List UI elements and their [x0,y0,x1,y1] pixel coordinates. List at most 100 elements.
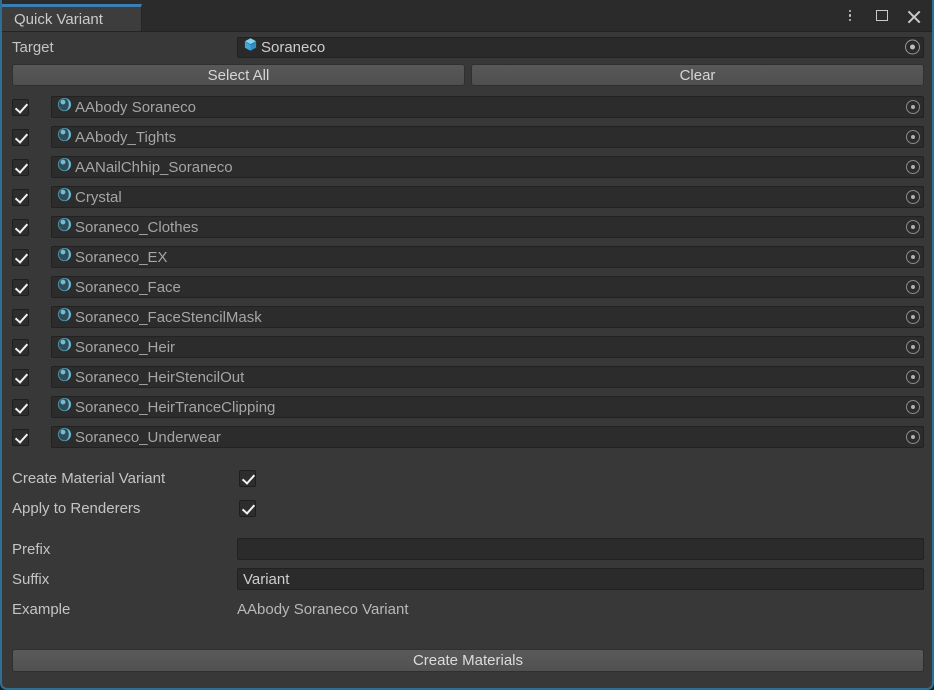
target-row: Target Soraneco [2,32,932,62]
material-sphere-icon [57,247,72,267]
suffix-input[interactable] [237,568,924,590]
material-object-field[interactable]: Soraneco_Face [51,276,924,298]
example-label: Example [12,601,237,618]
object-picker-icon[interactable] [906,100,920,114]
material-sphere-icon [57,367,72,387]
option-label: Create Material Variant [12,470,237,487]
object-picker-icon[interactable] [906,340,920,354]
material-sphere-icon [57,427,72,447]
material-checkbox[interactable] [12,429,29,446]
material-row: Soraneco_EX [10,242,924,272]
material-sphere-icon [57,337,72,357]
object-picker-icon[interactable] [906,430,920,444]
material-object-field[interactable]: Soraneco_Clothes [51,216,924,238]
target-object-field[interactable]: Soraneco [237,37,924,58]
material-name: Crystal [75,189,122,206]
material-row: Soraneco_HeirTranceClipping [10,392,924,422]
option-row: Apply to Renderers [12,493,924,523]
material-name: AAbody Soraneco [75,99,196,116]
target-object-name: Soraneco [261,39,325,56]
material-row: Soraneco_Clothes [10,212,924,242]
tab-bar-filler [142,0,840,31]
material-sphere-icon [57,397,72,417]
material-object-field[interactable]: Soraneco_FaceStencilMask [51,306,924,328]
material-object-field[interactable]: AAbody Soraneco [51,96,924,118]
object-picker-icon[interactable] [906,280,920,294]
material-name: Soraneco_Underwear [75,429,221,446]
material-sphere-icon [57,127,72,147]
material-list: AAbody Soraneco AAbody_Tights AANailChhi… [2,89,932,452]
prefix-label: Prefix [12,541,237,558]
material-row: Soraneco_Underwear [10,422,924,452]
options-group: Create Material Variant Apply to Renderer… [2,452,932,523]
material-row: AAbody Soraneco [10,92,924,122]
object-picker-icon[interactable] [906,310,920,324]
material-row: Soraneco_FaceStencilMask [10,302,924,332]
create-materials-button[interactable]: Create Materials [12,649,924,672]
naming-group: Prefix Suffix Example AAbody Soraneco Va… [2,523,932,624]
material-checkbox[interactable] [12,309,29,326]
material-name: Soraneco_HeirStencilOut [75,369,244,386]
object-picker-icon[interactable] [906,220,920,234]
list-actions-row: Select All Clear [2,62,932,89]
tab-label: Quick Variant [14,11,103,28]
close-button[interactable] [904,5,924,27]
material-sphere-icon [57,277,72,297]
suffix-label: Suffix [12,571,237,588]
material-row: AANailChhip_Soraneco [10,152,924,182]
kebab-menu-button[interactable] [840,5,860,27]
material-name: Soraneco_Clothes [75,219,198,236]
prefix-input[interactable] [237,538,924,560]
example-row: Example AAbody Soraneco Variant [12,594,924,624]
material-checkbox[interactable] [12,219,29,236]
material-object-field[interactable]: Soraneco_HeirTranceClipping [51,396,924,418]
material-checkbox[interactable] [12,189,29,206]
select-all-button[interactable]: Select All [12,64,465,86]
material-name: Soraneco_FaceStencilMask [75,309,262,326]
material-name: Soraneco_Face [75,279,181,296]
material-sphere-icon [57,217,72,237]
close-icon [907,9,921,23]
maximize-button[interactable] [872,5,892,27]
material-sphere-icon [57,187,72,207]
tab-quick-variant[interactable]: Quick Variant [2,4,142,31]
object-picker-icon[interactable] [906,160,920,174]
option-label: Apply to Renderers [12,500,237,517]
material-object-field[interactable]: AAbody_Tights [51,126,924,148]
window-tab-bar: Quick Variant [2,0,932,32]
object-picker-icon[interactable] [906,130,920,144]
object-picker-icon[interactable] [906,250,920,264]
material-name: Soraneco_Heir [75,339,175,356]
material-object-field[interactable]: Soraneco_HeirStencilOut [51,366,924,388]
material-checkbox[interactable] [12,369,29,386]
material-row: AAbody_Tights [10,122,924,152]
material-object-field[interactable]: Soraneco_EX [51,246,924,268]
object-picker-icon[interactable] [906,400,920,414]
material-object-field[interactable]: Soraneco_Heir [51,336,924,358]
material-sphere-icon [57,307,72,327]
material-checkbox[interactable] [12,399,29,416]
example-value: AAbody Soraneco Variant [237,601,409,618]
material-checkbox[interactable] [12,159,29,176]
object-picker-icon[interactable] [906,190,920,204]
option-row: Create Material Variant [12,463,924,493]
kebab-menu-icon [849,10,852,22]
material-row: Soraneco_HeirStencilOut [10,362,924,392]
material-name: AANailChhip_Soraneco [75,159,233,176]
material-checkbox[interactable] [12,339,29,356]
material-checkbox[interactable] [12,279,29,296]
maximize-icon [876,10,888,21]
material-object-field[interactable]: Crystal [51,186,924,208]
option-checkbox[interactable] [239,470,256,487]
object-picker-icon[interactable] [905,40,920,55]
option-checkbox[interactable] [239,500,256,517]
clear-button[interactable]: Clear [471,64,924,86]
material-checkbox[interactable] [12,99,29,116]
material-checkbox[interactable] [12,129,29,146]
material-object-field[interactable]: AANailChhip_Soraneco [51,156,924,178]
material-checkbox[interactable] [12,249,29,266]
window-content: Target Soraneco Select All Clear A [2,32,932,624]
material-object-field[interactable]: Soraneco_Underwear [51,426,924,448]
window-controls [840,0,932,31]
object-picker-icon[interactable] [906,370,920,384]
